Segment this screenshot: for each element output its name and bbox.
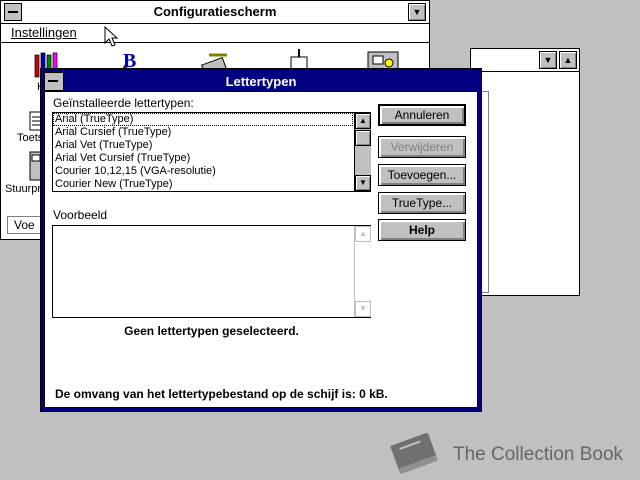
list-item[interactable]: Arial (TrueType) [53,113,353,126]
background-window-minimize-button[interactable]: ▼ [539,51,557,69]
preview-box: ▲ ▼ [52,225,371,318]
background-window: ▼ ▲ [470,48,580,296]
mouse-cursor-icon [104,25,120,48]
preview-scrollbar: ▲ ▼ [354,226,371,317]
list-item[interactable]: Courier New (TrueType) [53,178,353,191]
menu-instellingen[interactable]: Instellingen [11,25,77,40]
list-item[interactable]: Arial Vet (TrueType) [53,139,353,152]
installed-fonts-listbox[interactable]: Arial (TrueType) Arial Cursief (TrueType… [52,112,371,192]
truetype-button[interactable]: TrueType... [378,192,466,214]
list-item[interactable]: Arial Vet Cursief (TrueType) [53,152,353,165]
watermark-text: The Collection Book [453,444,624,465]
installed-fonts-label: Geïnstalleerde lettertypen: [53,96,194,110]
list-item[interactable]: Courier 10,12,15 (VGA-resolutie) [53,165,353,178]
control-panel-minimize-button[interactable]: ▼ [408,3,426,21]
background-window-maximize-button[interactable]: ▲ [559,51,577,69]
fonts-list-scrollbar[interactable]: ▲ ▼ [354,113,371,191]
preview-label: Voorbeeld [53,208,108,222]
preview-scroll-down-icon: ▼ [355,301,371,317]
preview-status: Geen lettertypen geselecteerd. [124,324,299,338]
status-text: Voe [14,218,35,232]
scroll-up-arrow-icon[interactable]: ▲ [355,113,371,129]
file-size-info: De omvang van het lettertypebestand op d… [55,387,388,401]
control-panel-menubar: Instellingen [1,24,429,43]
cancel-button[interactable]: Annuleren [378,104,466,126]
control-panel-titlebar[interactable]: Configuratiescherm ▼ [1,1,429,24]
remove-button[interactable]: Verwijderen [378,136,466,158]
fonts-list: Arial (TrueType) Arial Cursief (TrueType… [53,113,353,191]
control-panel-title: Configuratiescherm [153,4,277,19]
book-logo-icon [386,430,444,476]
fonts-dialog-titlebar[interactable]: Lettertypen [44,72,478,91]
fonts-dialog-title: Lettertypen [225,74,297,89]
fonts-dialog: Lettertypen Geïnstalleerde lettertypen: … [40,68,482,412]
help-button[interactable]: Help [378,219,466,241]
preview-scroll-up-icon: ▲ [355,226,371,242]
scroll-thumb[interactable] [355,130,371,146]
scroll-down-arrow-icon[interactable]: ▼ [355,175,371,191]
background-window-titlebar[interactable]: ▼ ▲ [471,49,579,72]
list-item[interactable]: Arial Cursief (TrueType) [53,126,353,139]
add-button[interactable]: Toevoegen... [378,164,466,186]
